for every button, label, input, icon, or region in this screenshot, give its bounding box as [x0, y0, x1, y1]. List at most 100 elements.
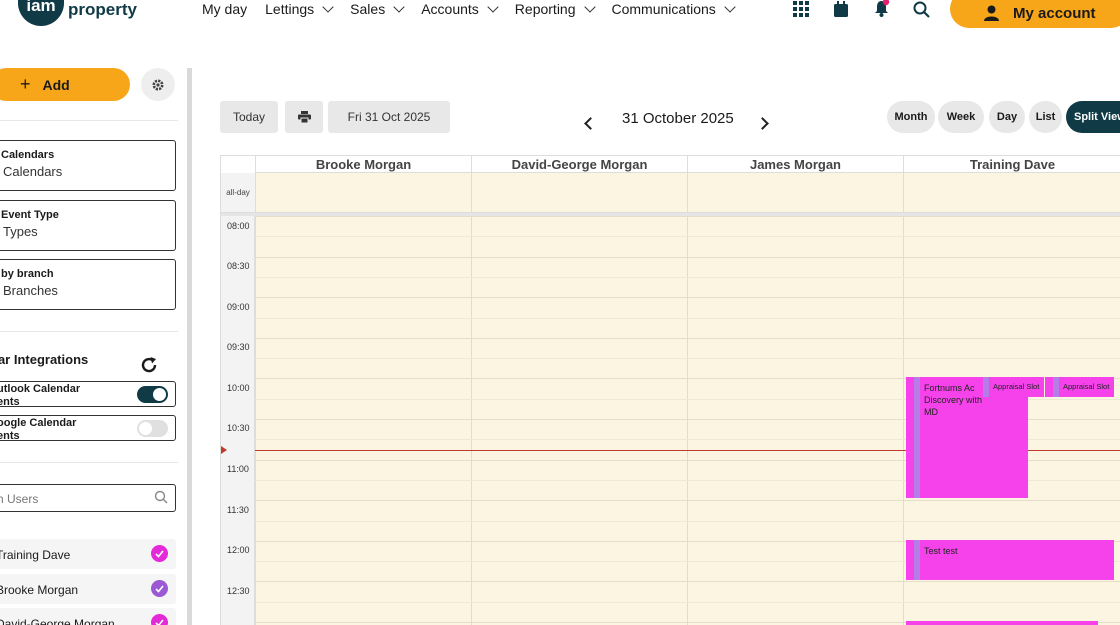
slot-line — [255, 337, 1120, 339]
slot-line — [255, 601, 1120, 603]
time-label: 10:00 — [227, 383, 250, 393]
chevron-down-icon — [322, 0, 334, 13]
add-label: Add — [42, 76, 70, 93]
event-color-stripe — [914, 540, 920, 580]
event-title: Appraisal Slot — [993, 382, 1040, 391]
filter-value: Calendars — [3, 164, 63, 179]
calendar-date-title: 31 October 2025 — [622, 110, 734, 127]
printer-icon — [297, 111, 311, 123]
view-day-button[interactable]: Day — [989, 101, 1025, 133]
view-label: Week — [946, 111, 976, 123]
refresh-icon[interactable] — [140, 356, 158, 379]
column-header-training-dave: Training Dave — [903, 156, 1120, 173]
column-header-david-george-morgan: David-George Morgan — [471, 156, 687, 173]
user-name: David-George Morgan — [0, 617, 115, 625]
user-name: Training Dave — [0, 548, 71, 562]
calendar-event[interactable] — [906, 621, 1098, 625]
nav-reporting[interactable]: Reporting — [515, 0, 596, 18]
print-button[interactable] — [285, 101, 323, 133]
google-calendar-switch[interactable] — [137, 420, 168, 437]
view-split-button[interactable]: Split View — [1066, 101, 1120, 133]
time-axis: 08:00 08:30 09:00 09:30 10:00 10:30 11:0… — [221, 216, 255, 625]
view-week-button[interactable]: Week — [938, 101, 984, 133]
my-account-button[interactable]: My account — [950, 0, 1120, 28]
time-label: 09:30 — [227, 342, 250, 352]
top-icon-group — [792, 0, 930, 18]
view-label: List — [1035, 111, 1056, 123]
switch-knob — [139, 422, 152, 435]
filter-label: by branch — [1, 268, 54, 280]
allday-cell[interactable] — [471, 173, 687, 213]
search-icon — [154, 490, 168, 504]
chevron-down-icon — [583, 0, 596, 13]
calendar-icon[interactable] — [832, 0, 850, 18]
today-label: Today — [232, 110, 266, 124]
slot-line — [255, 256, 1120, 258]
calendar-event[interactable]: Appraisal Slot — [1045, 377, 1114, 397]
bell-icon[interactable] — [872, 0, 890, 18]
today-button[interactable]: Today — [220, 101, 278, 133]
event-title: Test test — [924, 546, 958, 556]
branch-filter[interactable]: by branch Branches — [0, 259, 176, 310]
nav-communications[interactable]: Communications — [611, 0, 736, 18]
add-button[interactable]: + Add — [0, 68, 130, 101]
event-type-filter[interactable]: Event Type Types — [0, 200, 176, 251]
allday-cell[interactable] — [255, 173, 471, 213]
calendar-main: Today Fri 31 Oct 2025 31 October 2025 Mo… — [192, 60, 1120, 625]
date-picker-button[interactable]: Fri 31 Oct 2025 — [328, 101, 450, 133]
time-label: 12:00 — [227, 545, 250, 555]
chevron-down-icon — [724, 0, 736, 13]
user-item-brooke-morgan[interactable]: Brooke Morgan — [0, 574, 176, 604]
search-users-input[interactable]: h Users — [0, 484, 176, 512]
user-item-david-george-morgan[interactable]: David-George Morgan — [0, 608, 176, 625]
nav-label: Sales — [350, 1, 386, 17]
check-icon[interactable] — [151, 545, 168, 562]
nav-label: Accounts — [421, 1, 479, 17]
check-icon[interactable] — [151, 614, 168, 625]
nav-my-day[interactable]: My day — [202, 0, 247, 18]
nav-label: Lettings — [265, 1, 315, 17]
event-title: Appraisal Slot — [1063, 382, 1110, 391]
settings-button[interactable] — [141, 68, 175, 101]
nav-sales[interactable]: Sales — [350, 0, 405, 18]
calendar-event[interactable]: Appraisal Slot — [975, 377, 1044, 397]
view-list-button[interactable]: List — [1029, 101, 1062, 133]
slot-line — [255, 581, 1120, 583]
outlook-calendar-switch[interactable] — [137, 386, 168, 403]
nav-accounts[interactable]: Accounts — [421, 0, 499, 18]
slot-line — [255, 276, 1120, 278]
user-item-training-dave[interactable]: Training Dave — [0, 539, 176, 569]
calendars-filter[interactable]: Calendars Calendars — [0, 140, 176, 191]
nav-label: Communications — [611, 1, 716, 17]
slot-line — [255, 500, 1120, 502]
main-nav: My day Lettings Sales Accounts Reporting… — [202, 0, 752, 18]
chevron-down-icon — [487, 0, 499, 13]
time-label: 09:00 — [227, 302, 250, 312]
view-month-button[interactable]: Month — [887, 101, 935, 133]
nav-lettings[interactable]: Lettings — [265, 0, 334, 18]
time-label: 10:30 — [227, 423, 250, 433]
event-color-stripe — [914, 377, 920, 498]
prev-day-arrow-icon[interactable] — [584, 117, 597, 130]
switch-knob — [153, 388, 166, 401]
slot-line — [255, 216, 1120, 217]
brand-logo[interactable]: iam property — [18, 0, 137, 26]
calendar-event[interactable]: Test test — [906, 540, 1114, 580]
divider — [0, 120, 178, 121]
search-icon[interactable] — [912, 0, 930, 18]
allday-cell[interactable] — [687, 173, 903, 213]
allday-cell[interactable] — [903, 173, 1120, 213]
time-label: 08:00 — [227, 221, 250, 231]
logo-word: property — [68, 0, 137, 19]
time-label: 12:30 — [227, 586, 250, 596]
now-indicator-arrow — [221, 446, 227, 454]
next-day-arrow-icon[interactable] — [756, 117, 769, 130]
check-icon[interactable] — [151, 580, 168, 597]
view-label: Day — [996, 111, 1018, 123]
apps-grid-icon[interactable] — [792, 0, 810, 18]
filter-label: Event Type — [1, 209, 59, 221]
column-header-brooke-morgan: Brooke Morgan — [255, 156, 471, 173]
integrations-title: dar Integrations — [0, 352, 89, 367]
plus-icon: + — [20, 74, 31, 94]
date-chip-label: Fri 31 Oct 2025 — [347, 110, 431, 124]
